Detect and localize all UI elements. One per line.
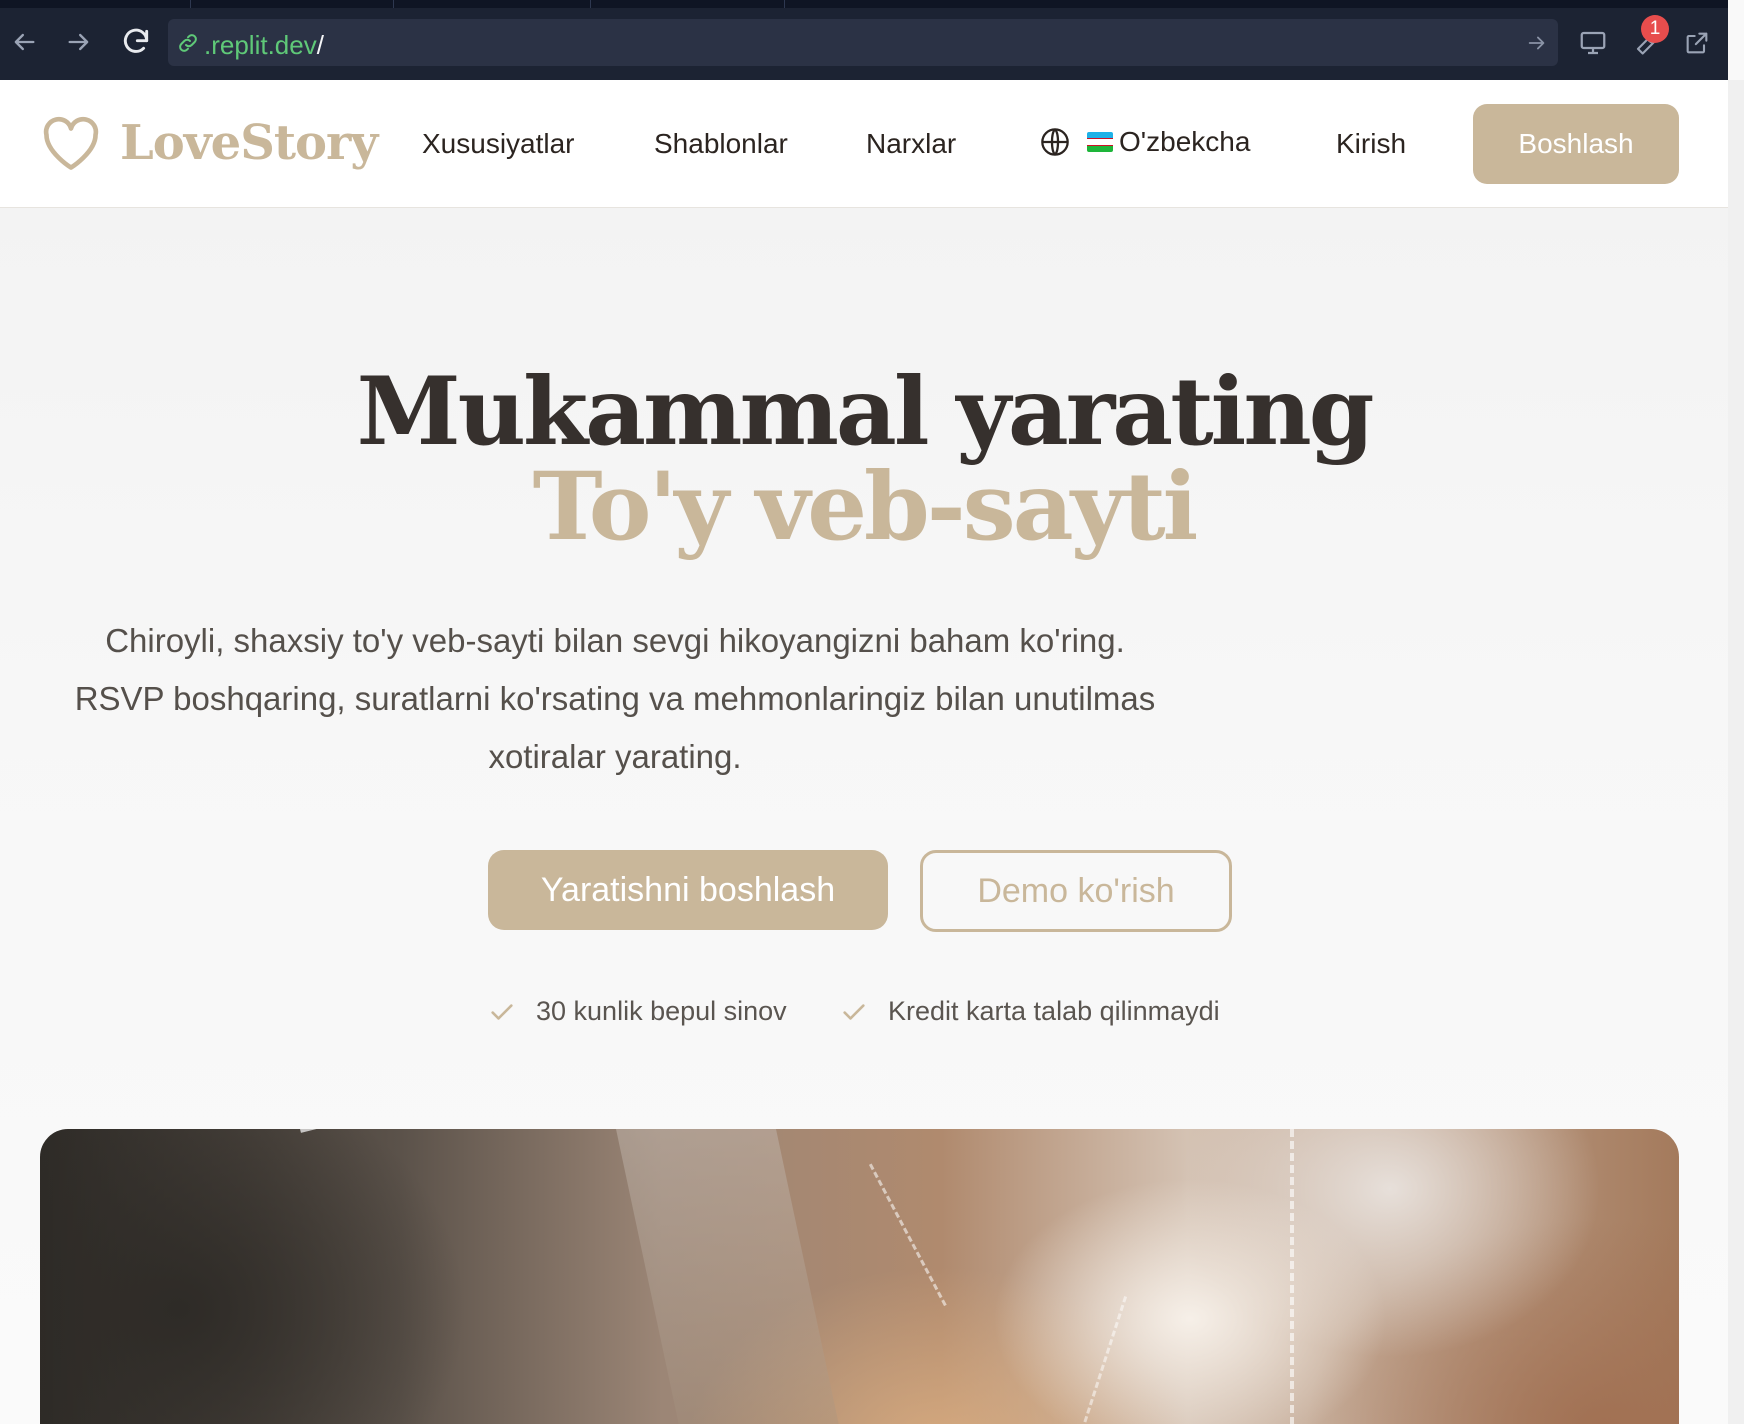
check-icon — [491, 1003, 513, 1020]
photo-detail — [1077, 1296, 1166, 1424]
view-demo-button[interactable]: Demo ko'rish — [920, 850, 1232, 932]
url-host: .replit.dev — [204, 30, 317, 60]
check-icon — [843, 1003, 865, 1020]
get-started-button[interactable]: Boshlash — [1473, 104, 1679, 184]
url-text[interactable]: .replit.dev/ — [204, 30, 324, 61]
perk-label: 30 kunlik bepul sinov — [536, 996, 787, 1026]
devices-icon — [1580, 31, 1606, 55]
hero-subtitle-line: RSVP boshqaring, suratlarni ko'rsating v… — [74, 680, 1156, 717]
perk-label: Kredit karta talab qilinmaydi — [888, 996, 1220, 1026]
site-header: LoveStory Xususiyatlar Shablonlar Narxla… — [0, 80, 1728, 208]
uzbekistan-flag-icon — [1087, 132, 1113, 152]
heart-icon — [43, 116, 99, 170]
notification-badge: 1 — [1641, 15, 1669, 43]
language-label: O'zbekcha — [1119, 126, 1251, 157]
perk-item: 30 kunlik bepul sinov — [488, 996, 787, 1027]
reload-button[interactable] — [118, 24, 154, 60]
open-external-icon — [1686, 32, 1708, 54]
photo-detail — [1290, 1129, 1364, 1424]
forward-button[interactable] — [61, 24, 97, 60]
photo-detail — [868, 1129, 1080, 1307]
tab-divider — [784, 0, 785, 8]
tab-divider — [393, 0, 394, 8]
page-scrollbar[interactable] — [1728, 80, 1744, 1424]
nav-templates[interactable]: Shablonlar — [654, 128, 788, 160]
language-selector[interactable]: O'zbekcha — [1039, 126, 1250, 158]
hero-title-accent: To'y veb-sayti — [532, 452, 1199, 562]
globe-icon — [1041, 128, 1069, 156]
logo-text: LoveStory — [120, 115, 378, 171]
logo[interactable]: LoveStory — [40, 114, 378, 172]
back-arrow-icon — [14, 33, 35, 51]
hero-subtitle-line: Chiroyli, shaxsiy to'y veb-sayti bilan s… — [105, 622, 1125, 659]
back-button[interactable] — [6, 24, 42, 60]
hero-title: Mukammal yarating — [356, 357, 1375, 467]
photo-detail — [615, 1129, 845, 1424]
nav-features[interactable]: Xususiyatlar — [422, 128, 575, 160]
url-path: / — [316, 30, 324, 60]
hero-subtitle-line: xotiralar yarating. — [488, 738, 742, 775]
page-viewport: LoveStory Xususiyatlar Shablonlar Narxla… — [0, 80, 1728, 1424]
devices-button[interactable] — [1574, 24, 1612, 62]
tab-divider — [190, 0, 191, 8]
nav-login[interactable]: Kirish — [1336, 128, 1406, 160]
go-arrow-icon[interactable] — [1526, 32, 1548, 54]
open-external-button[interactable] — [1678, 24, 1716, 62]
nav-pricing[interactable]: Narxlar — [866, 128, 956, 160]
photo-detail — [300, 1129, 588, 1192]
url-bar[interactable]: .replit.dev/ — [168, 19, 1558, 66]
tab-divider — [590, 0, 591, 8]
forward-arrow-icon — [68, 33, 89, 51]
link-icon — [179, 34, 197, 52]
start-creating-button[interactable]: Yaratishni boshlash — [488, 850, 888, 930]
perk-item: Kredit karta talab qilinmaydi — [840, 996, 1220, 1027]
hero-wedding-photo — [40, 1129, 1679, 1424]
browser-chrome: .replit.dev/ 1 — [0, 0, 1728, 80]
tab-strip — [0, 0, 1728, 8]
reload-icon — [123, 28, 149, 53]
hero-subtitle: Chiroyli, shaxsiy to'y veb-sayti bilan s… — [30, 612, 1200, 786]
